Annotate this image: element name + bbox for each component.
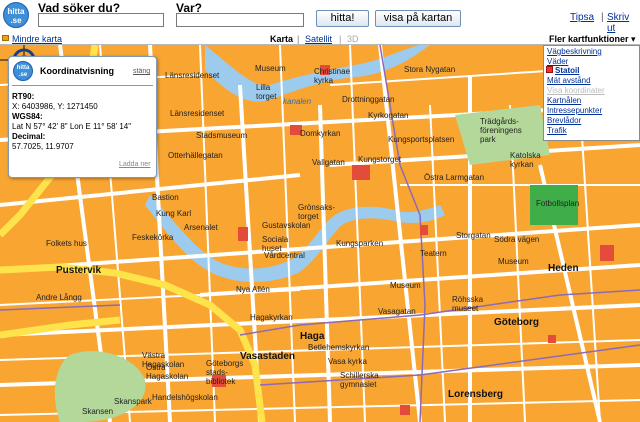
label-goteborg: Göteborg [494,317,539,328]
tab-3d[interactable]: 3D [347,34,359,44]
smaller-map-link[interactable]: Mindre karta [12,34,62,44]
map-toolbar: Mindre karta Karta | Satellit | 3D Fler … [0,33,640,45]
label-skanspark: Skanspark [114,397,152,406]
smaller-map-icon[interactable] [2,35,9,41]
wgs84-value: Lat N 57° 42' 8" Lon E 11° 58' 14" [12,122,132,131]
logo-text-2: .se [10,16,22,25]
label-museum-3: Museum [498,257,529,266]
download-link[interactable]: Ladda ner [119,161,151,168]
label-handelshogskolan: Handelshögskolan [152,393,218,402]
label-lilla-torget: Lilla torget [256,83,277,101]
popup-logo-text-2: .se [18,72,28,78]
label-pustervik: Pustervik [56,265,102,276]
statoil-icon [546,66,553,73]
menu-item-show-coordinates[interactable]: Visa koordinater [547,86,605,95]
label-folkets-hus: Folkets hus [46,239,87,248]
label-christinae: Christinae kyrka [314,67,351,85]
label-lansresidenset-2: Länsresidenset [170,109,225,118]
menu-item-mailboxes[interactable]: Brevlådor [547,116,581,125]
label-hagakyrkan: Hagakyrkan [250,313,293,322]
label-kanalen: kanalen [283,97,312,106]
label-stora-nygatan: Stora Nygatan [404,65,456,74]
menu-item-route[interactable]: Vägbeskrivning [547,47,602,56]
label-kyrkogatan: Kyrkogatan [368,111,409,120]
label-museum-2: Museum [390,281,421,290]
label-andra-langgatan: Andre Långg [36,293,82,302]
search-button[interactable]: hitta! [316,10,369,27]
label-vallgatan: Vallgatan [312,158,345,167]
label-bastion: Bastion [152,193,179,202]
label-kungsparken: Kungsparken [336,239,384,248]
label-storgatan: Storgatan [456,231,491,240]
menu-item-traffic[interactable]: Trafik [547,126,567,135]
tab-map[interactable]: Karta [270,34,293,44]
rt90-value: X: 6403986, Y: 1271450 [12,102,98,111]
label-katolska-kyrkan: Katolska kyrkan [510,151,541,169]
label-gronsakstorget: Grönsaks-torget [298,203,335,221]
label-museum-1: Museum [255,64,286,73]
label-feskekorka: Feskekôrka [132,233,174,242]
label-sodra-vagen: Södra vägen [494,235,540,244]
label-goteborgs-stadsbibliotek: Göteborgs stads-bibliotek [206,359,244,386]
label-schillerska: Schillerska gymnasiet [340,371,379,389]
menu-item-poi[interactable]: Intressepunkter [547,106,602,115]
show-on-map-button[interactable]: visa på kartan [375,10,461,27]
tips-link[interactable]: Tipsa [570,12,594,23]
label-arsenalet: Arsenalet [184,223,218,232]
label-betlehemskyrkan: Betlehemskyrkan [308,343,370,352]
where-search-input[interactable] [176,13,304,27]
label-kungstorget: Kungstorget [358,155,402,164]
popup-title: Koordinatvisning [40,66,114,76]
what-search-input[interactable] [38,13,164,27]
label-tradgardsforeningen: Trädgårds-föreningens park [480,117,522,144]
label-vasastaden: Vasastaden [240,351,296,362]
label-lorensberg: Lorensberg [448,389,504,400]
label-vasagatan: Vasagatan [378,307,416,316]
label-otterhallegatan: Otterhällegatan [168,151,223,160]
label-ostra-larmgatan: Östra Larmgatan [424,173,485,182]
menu-item-measure[interactable]: Mät avstånd [547,76,591,85]
label-teatern: Teatern [420,249,447,258]
popup-close-link[interactable]: stäng [133,68,150,75]
label-rohsska-museet: Röhsska museet [452,295,484,313]
label-domkyrkan: Domkyrkan [300,129,341,138]
toolbar-separator: | [297,34,300,44]
search-bar: hitta .se Vad söker du? Var? hitta! visa… [0,0,640,34]
decimal-label: Decimal: [12,132,46,141]
map-functions-menu: Vägbeskrivning Väder Statoil Mät avstånd… [543,45,640,141]
more-map-functions-dropdown[interactable]: Fler kartfunktioner ▾ [549,34,636,44]
label-kungsportsplatsen: Kungsportsplatsen [388,135,455,144]
wgs84-label: WGS84: [12,112,43,121]
label-haga: Haga [300,331,325,342]
popup-logo-text: hitta [16,65,30,71]
label-vasa-kyrka: Vasa kyrka [328,357,367,366]
label-vardcentral: Vårdcentral [264,251,305,260]
label-vastra-hagaskolan: Västra Hagaskolan [142,351,185,369]
tab-satellite[interactable]: Satellit [305,34,332,44]
coordinate-popup: hitta .se Koordinatvisning stäng RT90: X… [8,56,157,178]
decimal-value: 57.7025, 11.9707 [12,142,74,151]
logo-text: hitta [7,7,25,16]
header-separator: | [601,12,604,23]
menu-item-map-pin[interactable]: Kartnålen [547,96,581,105]
label-skansen: Skansen [82,407,114,416]
label-drottninggatan: Drottninggatan [342,95,395,104]
map-canvas[interactable]: Länsresidenset Länsresidenset Museum Chr… [0,45,640,422]
label-gustavskolan: Gustavskolan [262,221,311,230]
label-stadsmuseum: Stadsmuseum [196,131,248,140]
print-link[interactable]: Skriv ut [607,12,640,34]
popup-divider [12,85,153,86]
label-heden: Heden [548,263,579,274]
label-fotbollsplan: Fotbollsplan [536,199,580,208]
toolbar-separator-2: | [339,34,342,44]
hitta-logo[interactable]: hitta .se [3,2,29,28]
menu-item-weather[interactable]: Väder [547,57,568,66]
menu-item-statoil[interactable]: Statoil [555,66,579,75]
label-nya-allen: Nya Allén [236,285,270,294]
popup-hitta-logo: hitta .se [13,61,33,81]
rt90-label: RT90: [12,92,35,101]
label-lansresidenset: Länsresidenset [165,71,220,80]
label-kung-karl: Kung Karl [156,209,192,218]
